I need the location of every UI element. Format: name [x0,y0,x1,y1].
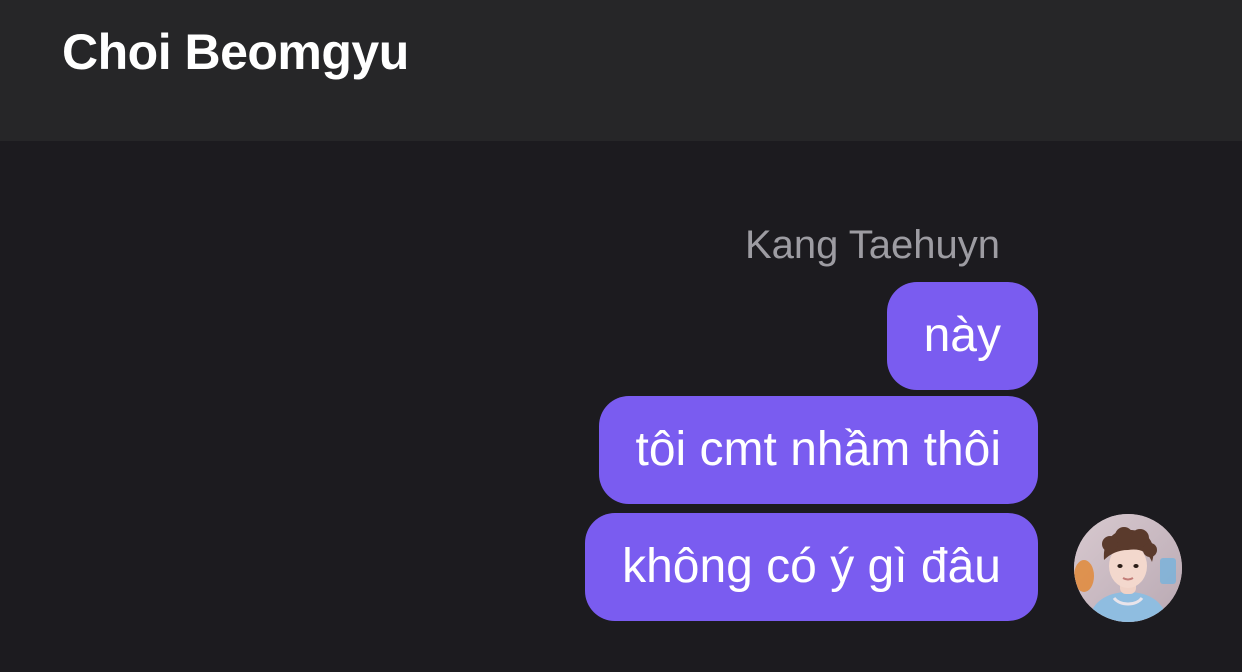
contact-name-title[interactable]: Choi Beomgyu [62,22,409,82]
message-bubble[interactable]: không có ý gì đâu [585,513,1038,621]
message-bubble[interactable]: tôi cmt nhầm thôi [598,396,1038,504]
profile-photo-icon [1074,514,1182,622]
sender-avatar[interactable] [1074,514,1182,622]
message-thread[interactable]: Kang Taehuyn này tôi cmt nhầm thôi không… [0,141,1242,672]
sender-name-label: Kang Taehuyn [744,223,1000,267]
chat-header: Choi Beomgyu [0,0,1242,141]
message-bubble[interactable]: này [886,282,1038,390]
